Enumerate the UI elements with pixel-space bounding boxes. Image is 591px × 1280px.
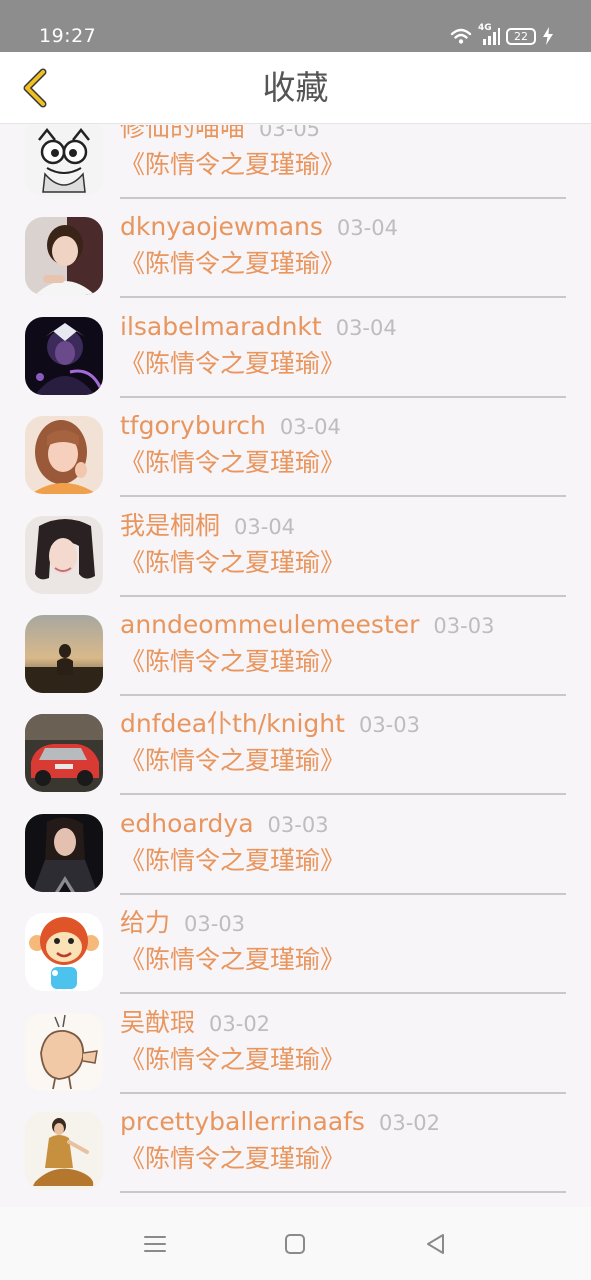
book-title[interactable]: 《陈情令之夏瑾瑜》 — [120, 645, 345, 679]
charging-icon — [543, 27, 553, 45]
user-name: 我是桐桐 — [120, 510, 221, 540]
battery-icon: 22 — [506, 27, 536, 45]
avatar[interactable] — [25, 316, 103, 395]
avatar[interactable] — [25, 1012, 103, 1091]
status-bar: 19:27 4G 22 — [0, 0, 591, 52]
book-title[interactable]: 《陈情令之夏瑾瑜》 — [120, 347, 345, 381]
list-item[interactable]: 吴猷瑕 03-02 《陈情令之夏瑾瑜》 — [0, 995, 591, 1094]
user-name: ilsabelmaradnkt — [120, 311, 322, 341]
book-title[interactable]: 《陈情令之夏瑾瑜》 — [120, 148, 345, 182]
avatar[interactable] — [25, 913, 103, 992]
back-nav-button[interactable] — [421, 1231, 449, 1257]
user-name: 给力 — [120, 908, 171, 938]
book-title[interactable]: 《陈情令之夏瑾瑜》 — [120, 446, 345, 480]
name-line: prcettyballerrinaafs 03-02 — [120, 1106, 440, 1139]
triangle-back-icon — [427, 1234, 444, 1254]
avatar[interactable] — [25, 416, 103, 495]
avatar[interactable] — [25, 515, 103, 594]
book-title[interactable]: 《陈情令之夏瑾瑜》 — [120, 943, 345, 977]
name-line: tfgoryburch 03-04 — [120, 410, 341, 443]
item-date: 03-03 — [184, 912, 246, 937]
name-line: 吴猷瑕 03-02 — [120, 1007, 270, 1040]
item-content: 修仙的喵喵 03-05 《陈情令之夏瑾瑜》 — [120, 125, 566, 199]
book-title[interactable]: 《陈情令之夏瑾瑜》 — [120, 744, 345, 778]
item-content: prcettyballerrinaafs 03-02 《陈情令之夏瑾瑜》 — [120, 1106, 566, 1193]
list-item[interactable]: ilsabelmaradnkt 03-04 《陈情令之夏瑾瑜》 — [0, 299, 591, 398]
system-nav-bar — [0, 1207, 591, 1280]
user-name: tfgoryburch — [120, 411, 266, 441]
avatar[interactable] — [25, 614, 103, 693]
user-name: prcettyballerrinaafs — [120, 1106, 365, 1136]
signal-icon: 4G — [478, 23, 500, 46]
favorites-list-inner: 修仙的喵喵 03-05 《陈情令之夏瑾瑜》 dknyaojewmans 03-04 … — [0, 125, 591, 1193]
item-content: 我是桐桐 03-04 《陈情令之夏瑾瑜》 — [120, 510, 566, 597]
item-date: 03-04 — [234, 514, 296, 539]
item-content: dknyaojewmans 03-04 《陈情令之夏瑾瑜》 — [120, 211, 566, 299]
list-item[interactable]: 修仙的喵喵 03-05 《陈情令之夏瑾瑜》 — [0, 125, 591, 199]
header: 收藏 — [0, 52, 591, 124]
square-icon — [285, 1234, 305, 1254]
item-content: dnfdea仆th/knight 03-03 《陈情令之夏瑾瑜》 — [120, 708, 566, 796]
list-item[interactable]: prcettyballerrinaafs 03-02 《陈情令之夏瑾瑜》 — [0, 1094, 591, 1193]
avatar[interactable] — [25, 813, 103, 892]
avatar[interactable] — [25, 1111, 103, 1190]
list-item[interactable]: 给力 03-03 《陈情令之夏瑾瑜》 — [0, 895, 591, 995]
name-line: 给力 03-03 — [120, 907, 245, 940]
list-item[interactable]: dknyaojewmans 03-04 《陈情令之夏瑾瑜》 — [0, 199, 591, 299]
status-time: 19:27 — [39, 25, 97, 47]
name-line: dnfdea仆th/knight 03-03 — [120, 708, 420, 741]
name-line: 我是桐桐 03-04 — [120, 510, 295, 543]
book-title[interactable]: 《陈情令之夏瑾瑜》 — [120, 247, 345, 281]
item-date: 03-03 — [267, 812, 329, 837]
item-content: anndeommeulemeester 03-03 《陈情令之夏瑾瑜》 — [120, 609, 566, 696]
item-date: 03-04 — [336, 216, 398, 241]
item-content: ilsabelmaradnkt 03-04 《陈情令之夏瑾瑜》 — [120, 311, 566, 398]
wifi-icon — [450, 28, 472, 44]
item-date: 03-02 — [378, 1110, 440, 1135]
name-line: anndeommeulemeester 03-03 — [120, 609, 494, 642]
name-line: 修仙的喵喵 03-05 — [120, 125, 320, 145]
list-item[interactable]: tfgoryburch 03-04 《陈情令之夏瑾瑜》 — [0, 398, 591, 498]
list-item[interactable]: dnfdea仆th/knight 03-03 《陈情令之夏瑾瑜》 — [0, 696, 591, 796]
item-date: 03-04 — [279, 415, 341, 440]
menu-icon — [144, 1236, 166, 1252]
avatar[interactable] — [25, 714, 103, 793]
favorites-list[interactable]: 修仙的喵喵 03-05 《陈情令之夏瑾瑜》 dknyaojewmans 03-04 … — [0, 125, 591, 1207]
status-icons: 4G 22 — [450, 23, 554, 47]
avatar[interactable] — [25, 125, 103, 196]
user-name: anndeommeulemeester — [120, 609, 420, 639]
item-content: 吴猷瑕 03-02 《陈情令之夏瑾瑜》 — [120, 1007, 566, 1094]
list-item[interactable]: edhoardya 03-03 《陈情令之夏瑾瑜》 — [0, 796, 591, 895]
name-line: ilsabelmaradnkt 03-04 — [120, 311, 397, 344]
book-title[interactable]: 《陈情令之夏瑾瑜》 — [120, 546, 345, 580]
item-content: 给力 03-03 《陈情令之夏瑾瑜》 — [120, 907, 566, 995]
name-line: dknyaojewmans 03-04 — [120, 211, 398, 244]
user-name: edhoardya — [120, 808, 254, 838]
item-date: 03-03 — [433, 613, 495, 638]
item-date: 03-05 — [259, 125, 321, 141]
item-content: edhoardya 03-03 《陈情令之夏瑾瑜》 — [120, 808, 566, 895]
item-date: 03-03 — [358, 713, 420, 738]
book-title[interactable]: 《陈情令之夏瑾瑜》 — [120, 1043, 345, 1077]
avatar[interactable] — [25, 217, 103, 296]
book-title[interactable]: 《陈情令之夏瑾瑜》 — [120, 1142, 345, 1176]
page-title: 收藏 — [262, 68, 329, 107]
user-name: 吴猷瑕 — [120, 1007, 196, 1037]
list-item[interactable]: anndeommeulemeester 03-03 《陈情令之夏瑾瑜》 — [0, 597, 591, 696]
name-line: edhoardya 03-03 — [120, 808, 329, 841]
user-name: dknyaojewmans — [120, 212, 323, 242]
item-date: 03-04 — [335, 315, 397, 340]
item-date: 03-02 — [209, 1011, 271, 1036]
menu-button[interactable] — [141, 1231, 169, 1257]
list-item[interactable]: 我是桐桐 03-04 《陈情令之夏瑾瑜》 — [0, 498, 591, 597]
battery-level: 22 — [514, 29, 528, 43]
item-content: tfgoryburch 03-04 《陈情令之夏瑾瑜》 — [120, 410, 566, 498]
user-name: dnfdea仆th/knight — [120, 709, 345, 739]
user-name: 修仙的喵喵 — [120, 125, 246, 142]
home-button[interactable] — [281, 1231, 309, 1257]
book-title[interactable]: 《陈情令之夏瑾瑜》 — [120, 844, 345, 878]
